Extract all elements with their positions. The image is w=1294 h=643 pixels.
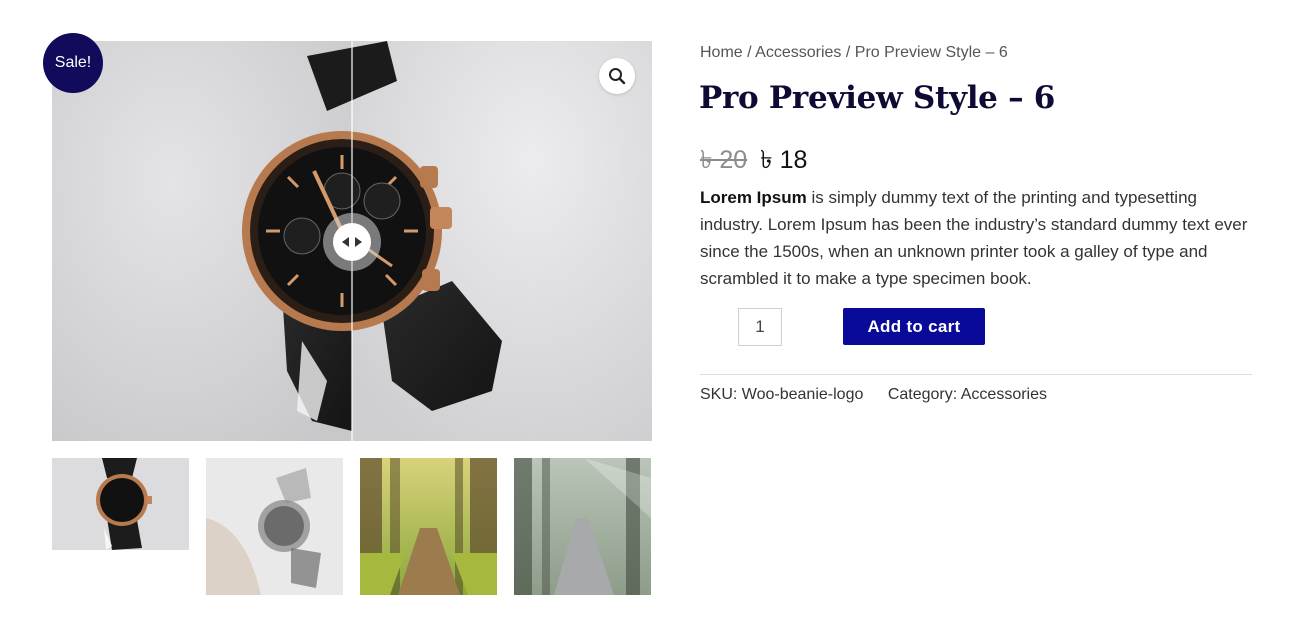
- zoom-button[interactable]: [599, 58, 635, 94]
- regular-price: ৳ 20: [700, 146, 748, 174]
- product-description: Lorem Ipsum is simply dummy text of the …: [700, 184, 1260, 292]
- sku: SKU: Woo-beanie-logo: [700, 386, 863, 403]
- product-price: ৳ 20 ৳ 18: [700, 140, 807, 183]
- breadcrumb-category-link[interactable]: Accessories: [755, 44, 841, 61]
- left-right-arrows-icon: [342, 237, 362, 247]
- product-meta: SKU: Woo-beanie-logo Category: Accessori…: [700, 386, 1047, 404]
- description-lead: Lorem Ipsum: [700, 188, 807, 207]
- thumbnail-1[interactable]: [52, 458, 189, 595]
- breadcrumb-separator: /: [845, 44, 851, 61]
- meta-divider: [700, 374, 1252, 375]
- thumbnail-misty-forest-image: [514, 458, 651, 595]
- thumbnail-4[interactable]: [514, 458, 651, 595]
- sale-badge: Sale!: [43, 33, 103, 93]
- thumbnail-faded-watch-image: [206, 458, 343, 595]
- compare-handle-knob: [333, 223, 371, 261]
- thumbnail-watch-image: [52, 458, 189, 595]
- breadcrumb-current: Pro Preview Style – 6: [854, 44, 1008, 61]
- sku-value: Woo-beanie-logo: [741, 386, 864, 403]
- sale-price: ৳ 18: [760, 146, 808, 174]
- category: Category: Accessories: [888, 386, 1047, 403]
- add-to-cart-button[interactable]: Add to cart: [843, 308, 985, 345]
- quantity-input[interactable]: [738, 308, 782, 346]
- thumbnail-forest-path-image: [360, 458, 497, 595]
- magnifier-icon: [609, 68, 626, 85]
- thumbnail-3[interactable]: [360, 458, 497, 595]
- category-link[interactable]: Accessories: [961, 386, 1047, 403]
- category-label: Category:: [887, 386, 958, 403]
- compare-slider-handle[interactable]: [323, 213, 381, 271]
- sku-label: SKU:: [700, 386, 738, 403]
- breadcrumb: Home / Accessories / Pro Preview Style –…: [700, 44, 1008, 62]
- breadcrumb-separator: /: [747, 44, 752, 61]
- thumbnail-2[interactable]: [206, 458, 343, 595]
- product-title: Pro Preview Style – 6: [699, 80, 1056, 116]
- breadcrumb-home-link[interactable]: Home: [700, 44, 743, 61]
